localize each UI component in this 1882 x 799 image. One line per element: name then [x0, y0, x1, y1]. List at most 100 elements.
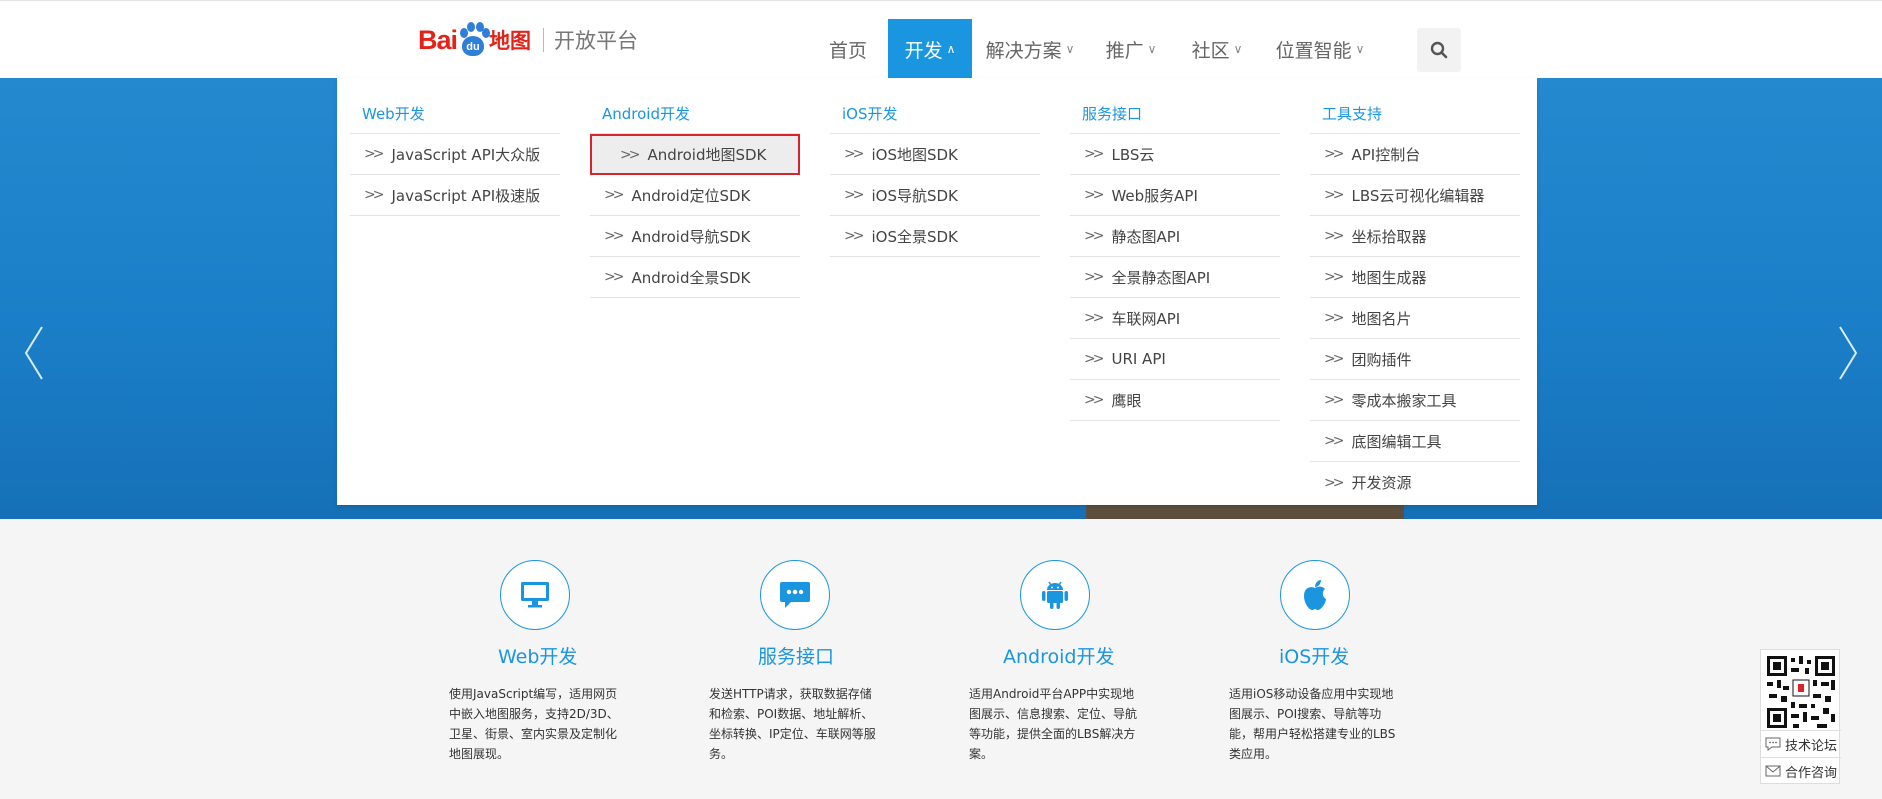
- menu-item[interactable]: >> 车联网API: [1070, 298, 1280, 339]
- nav-item-solutions[interactable]: 解决方案 ∨: [972, 19, 1088, 79]
- feature-title[interactable]: iOS开发: [1279, 642, 1349, 669]
- menu-item[interactable]: >> 地图名片: [1310, 298, 1520, 339]
- nav-label: 开发: [904, 39, 943, 62]
- feature-title[interactable]: Android开发: [1003, 642, 1114, 669]
- feature-icon-circle[interactable]: [1020, 560, 1090, 630]
- menu-item[interactable]: >> iOS导航SDK: [830, 175, 1040, 216]
- double-chevron-right-icon: >>: [1324, 310, 1345, 326]
- menu-item-label: JavaScript API大众版: [391, 145, 541, 164]
- menu-item[interactable]: >> 底图编辑工具: [1310, 421, 1520, 462]
- menu-item-label: 团购插件: [1351, 350, 1412, 369]
- menu-item[interactable]: >> iOS全景SDK: [830, 216, 1040, 257]
- menu-column-title[interactable]: 服务接口: [1070, 78, 1280, 134]
- carousel-prev-arrow[interactable]: [20, 323, 50, 383]
- feature-title[interactable]: 服务接口: [758, 642, 834, 669]
- menu-item[interactable]: >> 静态图API: [1070, 216, 1280, 257]
- menu-column-web: Web开发 >> JavaScript API大众版 >> JavaScript A…: [350, 78, 560, 216]
- android-icon: [1042, 581, 1068, 609]
- menu-item-highlighted[interactable]: >> Android地图SDK: [590, 134, 800, 175]
- feature-description: 适用Android平台APP中实现地图展示、信息搜索、定位、导航等功能，提供全面…: [969, 687, 1138, 761]
- menu-item[interactable]: >> 全景静态图API: [1070, 257, 1280, 298]
- menu-item[interactable]: >> URI API: [1070, 339, 1280, 380]
- double-chevron-right-icon: >>: [1084, 351, 1105, 367]
- carousel-next-arrow[interactable]: [1832, 323, 1862, 383]
- double-chevron-right-icon: >>: [364, 146, 385, 162]
- menu-item[interactable]: >> iOS地图SDK: [830, 134, 1040, 175]
- double-chevron-right-icon: >>: [1084, 146, 1105, 162]
- double-chevron-right-icon: >>: [844, 187, 865, 203]
- menu-item[interactable]: >> Android全景SDK: [590, 257, 800, 298]
- tech-forum-link[interactable]: 技术论坛: [1761, 730, 1841, 757]
- baidu-paw-icon: du: [458, 22, 491, 58]
- baidu-map-logo[interactable]: Bai du 地图 开放平台: [418, 19, 638, 61]
- menu-item-label: Android定位SDK: [631, 186, 751, 205]
- menu-item[interactable]: >> 开发资源: [1310, 462, 1520, 503]
- feature-icon-circle[interactable]: [760, 560, 830, 630]
- menu-item-label: Web服务API: [1111, 186, 1198, 205]
- menu-item[interactable]: >> Android导航SDK: [590, 216, 800, 257]
- menu-item[interactable]: >> Android定位SDK: [590, 175, 800, 216]
- menu-column-title[interactable]: Android开发: [590, 78, 800, 134]
- menu-column-title[interactable]: Web开发: [350, 78, 560, 134]
- mail-icon: [1765, 765, 1781, 777]
- menu-item[interactable]: >> 鹰眼: [1070, 380, 1280, 421]
- menu-item[interactable]: >> Web服务API: [1070, 175, 1280, 216]
- double-chevron-right-icon: >>: [1084, 228, 1105, 244]
- double-chevron-right-icon: >>: [1084, 310, 1105, 326]
- menu-item-label: 鹰眼: [1111, 391, 1142, 410]
- menu-item[interactable]: >> 坐标拾取器: [1310, 216, 1520, 257]
- double-chevron-right-icon: >>: [1324, 392, 1345, 408]
- menu-item[interactable]: >> JavaScript API极速版: [350, 175, 560, 216]
- feature-icon-circle[interactable]: [500, 560, 570, 630]
- menu-item-label: API控制台: [1351, 145, 1421, 164]
- menu-item-label: 静态图API: [1111, 227, 1181, 246]
- menu-item[interactable]: >> 地图生成器: [1310, 257, 1520, 298]
- double-chevron-right-icon: >>: [1324, 228, 1345, 244]
- double-chevron-right-icon: >>: [1324, 433, 1345, 449]
- double-chevron-right-icon: >>: [604, 228, 625, 244]
- feature-description: 发送HTTP请求，获取数据存储和检索、POI数据、地址解析、坐标转换、IP定位、…: [709, 687, 876, 761]
- nav-item-community[interactable]: 社区 ∨: [1174, 19, 1260, 79]
- menu-item-label: 零成本搬家工具: [1351, 391, 1457, 410]
- menu-column-title[interactable]: iOS开发: [830, 78, 1040, 134]
- feature-icon-circle[interactable]: [1280, 560, 1350, 630]
- apple-icon: [1304, 580, 1326, 610]
- menu-item-label: iOS全景SDK: [871, 227, 958, 246]
- nav-item-home[interactable]: 首页: [808, 19, 888, 79]
- double-chevron-right-icon: >>: [364, 187, 385, 203]
- double-chevron-right-icon: >>: [1084, 392, 1105, 408]
- chevron-down-icon: ∨: [1233, 42, 1243, 56]
- logo-divider: [543, 28, 545, 52]
- menu-item[interactable]: >> 团购插件: [1310, 339, 1520, 380]
- nav-item-develop[interactable]: 开发 ∧: [888, 19, 972, 79]
- double-chevron-right-icon: >>: [844, 146, 865, 162]
- chevron-up-icon: ∧: [946, 42, 956, 56]
- double-chevron-right-icon: >>: [604, 187, 625, 203]
- logo-platform-text: 开放平台: [554, 29, 639, 53]
- menu-item[interactable]: >> LBS云可视化编辑器: [1310, 175, 1520, 216]
- cooperation-consult-link[interactable]: 合作咨询: [1761, 757, 1841, 784]
- feature-description: 使用JavaScript编写，适用网页中嵌入地图服务，支持2D/3D、卫星、街景…: [449, 687, 619, 761]
- menu-item[interactable]: >> 零成本搬家工具: [1310, 380, 1520, 421]
- menu-item-label: 开发资源: [1351, 474, 1412, 492]
- comment-icon: [1765, 737, 1781, 751]
- menu-item-label: 地图生成器: [1351, 268, 1427, 287]
- menu-item-label: iOS地图SDK: [871, 145, 958, 164]
- menu-item-label: LBS云: [1111, 145, 1155, 164]
- develop-dropdown-menu: Web开发 >> JavaScript API大众版 >> JavaScript A…: [337, 78, 1537, 505]
- nav-item-promotion[interactable]: 推广 ∨: [1088, 19, 1174, 79]
- menu-item[interactable]: >> LBS云: [1070, 134, 1280, 175]
- double-chevron-right-icon: >>: [620, 146, 641, 163]
- feature-title[interactable]: Web开发: [498, 642, 577, 669]
- logo-du-text: du: [462, 36, 485, 56]
- menu-column-title[interactable]: 工具支持: [1310, 78, 1520, 134]
- search-button[interactable]: [1417, 28, 1461, 72]
- menu-item[interactable]: >> JavaScript API大众版: [350, 134, 560, 175]
- menu-item-label: 车联网API: [1111, 309, 1181, 328]
- menu-item-label: Android地图SDK: [647, 146, 767, 164]
- menu-item[interactable]: >> API控制台: [1310, 134, 1520, 175]
- menu-item-label: Android导航SDK: [631, 227, 751, 246]
- chevron-down-icon: ∨: [1147, 42, 1157, 56]
- nav-item-location-intelligence[interactable]: 位置智能 ∨: [1260, 19, 1380, 79]
- menu-item-label: JavaScript API极速版: [391, 186, 541, 205]
